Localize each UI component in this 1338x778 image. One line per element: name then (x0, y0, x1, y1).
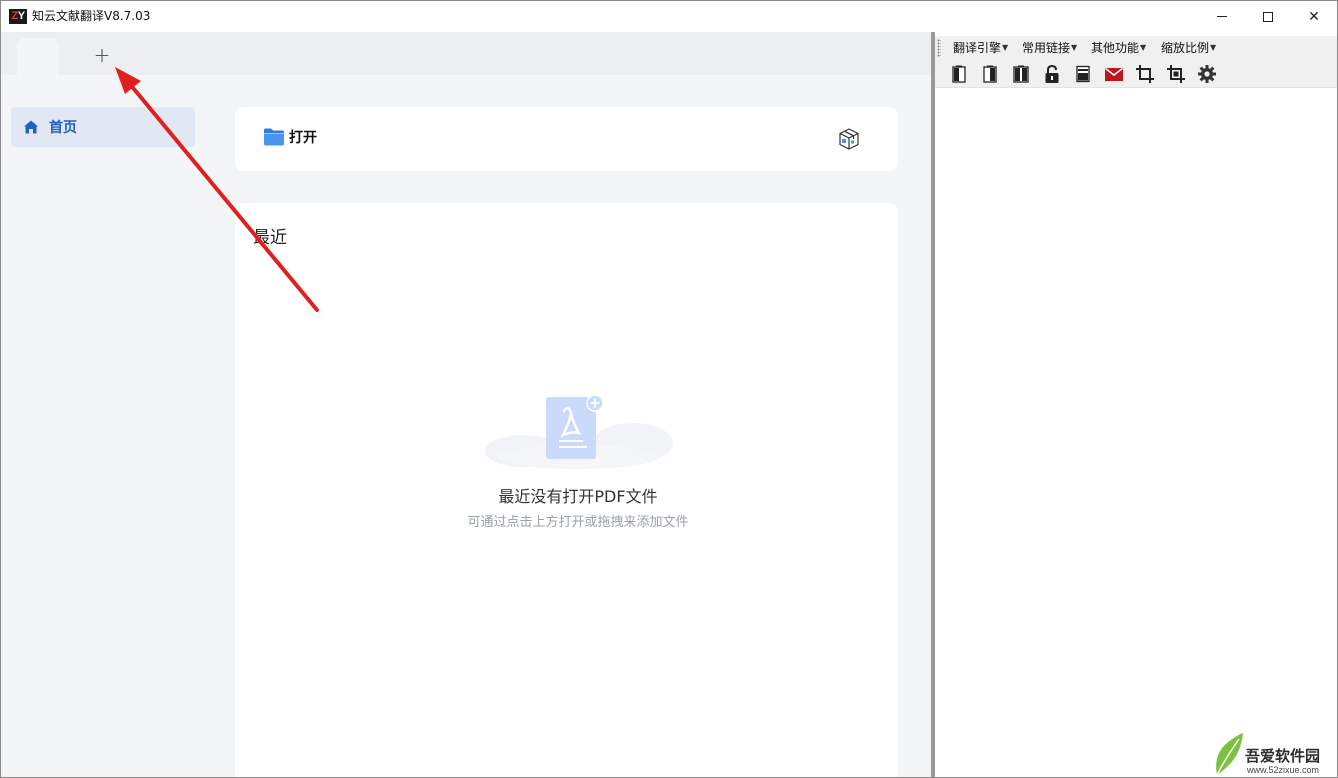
layout-split-icon (1013, 65, 1029, 83)
empty-pdf-icon (485, 394, 673, 469)
close-button[interactable]: ✕ (1291, 1, 1337, 32)
crop-button[interactable] (1133, 63, 1157, 85)
menu-other-functions[interactable]: 其他功能▼ (1091, 40, 1146, 56)
close-icon: ✕ (1308, 8, 1320, 25)
app-logo: ZY (9, 9, 27, 24)
minimize-icon (1217, 16, 1227, 17)
package-icon[interactable] (837, 127, 861, 151)
layout-left-icon (952, 65, 966, 83)
layout-left-button[interactable] (947, 63, 971, 85)
layout-center-button[interactable] (978, 63, 1002, 85)
tab-home[interactable] (17, 38, 59, 75)
maximize-button[interactable] (1245, 1, 1291, 32)
menu-bar: 翻译引擎▼ 常用链接▼ 其他功能▼ 缩放比例▼ (935, 36, 1337, 60)
unlock-icon (1045, 64, 1059, 83)
crop-alt-button[interactable] (1164, 63, 1188, 85)
caret-down-icon: ▼ (1002, 43, 1009, 52)
maximize-icon (1263, 11, 1273, 22)
app-window: ZY 知云文献翻译V8.7.03 ✕ + 首页 打开 最近 最近没有打开PDF文… (0, 0, 1338, 778)
toolbar (935, 60, 1337, 88)
tab-strip: + (1, 32, 931, 75)
sidebar-item-label: 首页 (49, 120, 77, 136)
watermark-brand: 吾爱软件园 (1245, 747, 1321, 765)
folder-icon (264, 128, 284, 146)
unlock-button[interactable] (1040, 63, 1064, 85)
panel-bottom-icon (1076, 65, 1090, 83)
menu-label: 缩放比例 (1161, 41, 1210, 55)
layout-split-button[interactable] (1009, 63, 1033, 85)
crop-alt-icon (1167, 65, 1185, 83)
minimize-button[interactable] (1199, 1, 1245, 32)
open-card: 打开 (235, 107, 898, 171)
translation-pane: 翻译引擎▼ 常用链接▼ 其他功能▼ 缩放比例▼ (935, 32, 1337, 777)
sidebar: 首页 (1, 75, 203, 777)
sidebar-item-home[interactable]: 首页 (11, 107, 195, 147)
mail-button[interactable] (1102, 63, 1126, 85)
menu-label: 常用链接 (1022, 41, 1071, 55)
menu-zoom-ratio[interactable]: 缩放比例▼ (1161, 40, 1216, 56)
main-content: 打开 最近 最近没有打开PDF文件 可通过点击上方打开或拖拽来添加文件 (203, 75, 931, 777)
menu-common-links[interactable]: 常用链接▼ (1022, 40, 1077, 56)
menu-translation-engine[interactable]: 翻译引擎▼ (953, 40, 1008, 56)
mail-icon (1105, 67, 1123, 81)
empty-state-subtitle: 可通过点击上方打开或拖拽来添加文件 (467, 515, 689, 530)
menu-label: 其他功能 (1091, 41, 1140, 55)
settings-button[interactable] (1195, 63, 1219, 85)
caret-down-icon: ▼ (1140, 43, 1147, 52)
title-bar: ZY 知云文献翻译V8.7.03 ✕ (1, 1, 1337, 32)
recent-title: 最近 (253, 228, 287, 248)
watermark: 吾爱软件园 www.52zixue.com (1207, 701, 1337, 777)
open-label: 打开 (289, 130, 317, 146)
leaf-logo-icon (1216, 733, 1243, 776)
home-icon (24, 120, 38, 134)
caret-down-icon: ▼ (1071, 43, 1078, 52)
panel-bottom-button[interactable] (1071, 63, 1095, 85)
watermark-url: www.52zixue.com (1247, 765, 1320, 775)
menubar-grip[interactable] (937, 39, 941, 57)
caret-down-icon: ▼ (1210, 43, 1217, 52)
crop-icon (1136, 65, 1154, 83)
recent-card: 最近 最近没有打开PDF文件 可通过点击上方打开或拖拽来添加文件 (235, 203, 898, 777)
empty-state-title: 最近没有打开PDF文件 (498, 487, 658, 506)
menu-label: 翻译引擎 (953, 41, 1002, 55)
window-title: 知云文献翻译V8.7.03 (32, 9, 151, 23)
layout-center-icon (983, 65, 997, 83)
gear-icon (1198, 65, 1216, 83)
open-button[interactable]: 打开 (263, 127, 317, 147)
add-tab-button[interactable]: + (90, 44, 114, 68)
